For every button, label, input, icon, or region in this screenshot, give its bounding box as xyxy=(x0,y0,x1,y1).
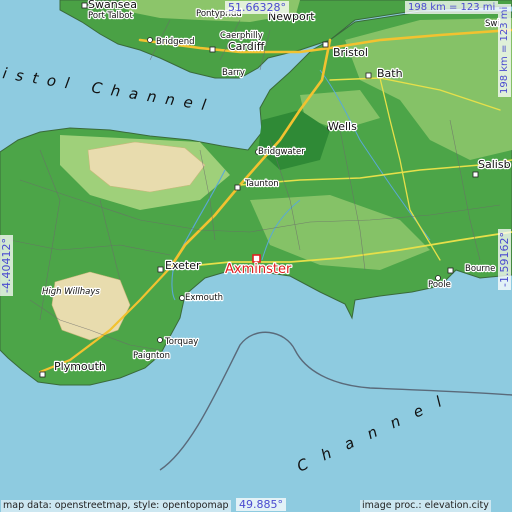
place-label: Exeter xyxy=(165,259,201,272)
place-label: Torquay xyxy=(164,337,198,347)
place-label: Barry xyxy=(222,68,245,78)
place-label: Wells xyxy=(328,120,357,133)
map-canvas[interactable]: istol Channel Channel Swansea Port Talbo… xyxy=(0,0,512,512)
highlight-marker xyxy=(252,254,261,263)
place-label: Plymouth xyxy=(54,360,106,373)
place-label: Bristol xyxy=(333,46,368,59)
coord-bottom: 49.885° xyxy=(236,498,286,511)
place-label: Poole xyxy=(428,280,451,290)
place-label: Bath xyxy=(377,67,403,80)
place-label: Bridgwater xyxy=(258,147,305,157)
place-label: Salisb xyxy=(478,158,511,171)
map-graphic: istol Channel Channel Swansea Port Talbo… xyxy=(0,0,512,512)
place-label: Bridgend xyxy=(156,37,195,47)
place-label: Bourne xyxy=(465,264,495,274)
credit-map-data: map data: openstreetmap, style: opentopo… xyxy=(1,500,231,512)
place-label: High Willhays xyxy=(42,287,100,297)
credit-image-proc: image proc.: elevation.city xyxy=(360,500,491,512)
place-label: Cardiff xyxy=(228,40,265,53)
coord-left: -4.40412° xyxy=(0,235,13,296)
place-label: Exmouth xyxy=(185,293,223,303)
highlight-label: Axminster xyxy=(225,262,292,277)
coord-top: 51.66328° xyxy=(225,1,289,14)
scale-label: 198 km = 123 mi xyxy=(405,1,499,14)
place-label: Taunton xyxy=(244,179,279,189)
place-label: Paignton xyxy=(133,351,170,361)
place-label: Swansea xyxy=(88,0,137,11)
scale-label-vertical: 198 km = 123 mi xyxy=(498,3,511,97)
coord-right: -1.59162° xyxy=(498,229,511,290)
place-label: Port Talbot xyxy=(88,11,134,21)
